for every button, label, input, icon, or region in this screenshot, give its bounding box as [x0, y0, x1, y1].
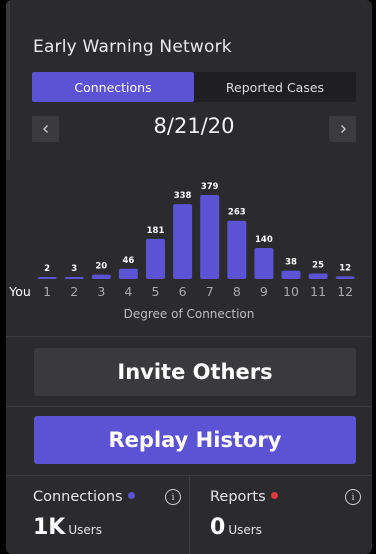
connections-count: 1K [33, 515, 66, 540]
x-tick-label: 7 [206, 284, 214, 299]
next-date-button[interactable] [329, 116, 356, 142]
x-tick-label: 4 [124, 284, 132, 299]
bar[interactable] [91, 274, 111, 279]
tab-bar: Connections Reported Cases [32, 72, 356, 102]
data-label: 263 [228, 208, 246, 218]
reports-info-icon[interactable]: i [345, 489, 361, 505]
connections-label: Connections [33, 489, 135, 505]
data-label: 181 [147, 226, 165, 236]
reports-count: 0 [210, 515, 226, 540]
data-label: 12 [339, 263, 351, 273]
x-tick-label: 12 [337, 284, 353, 299]
bar[interactable] [335, 276, 355, 279]
early-warning-card: Early Warning Network Connections Report… [6, 0, 372, 554]
x-tick-label: 3 [97, 284, 105, 299]
x-tick-label: 2 [70, 284, 78, 299]
divider [6, 336, 372, 337]
data-label: 20 [95, 262, 107, 272]
bar[interactable] [37, 277, 57, 279]
x-tick-label: 8 [233, 284, 241, 299]
connections-dot-icon [127, 492, 135, 499]
divider [6, 406, 372, 407]
tab-reported-cases[interactable]: Reported Cases [194, 72, 356, 102]
x-tick-label: 1 [43, 284, 51, 299]
data-label: 46 [122, 256, 134, 266]
reports-dot-icon [270, 492, 278, 499]
reports-unit: Users [228, 523, 262, 537]
x-tick-label: 11 [310, 284, 326, 299]
data-label: 338 [174, 191, 192, 201]
bar[interactable] [200, 195, 220, 279]
page-title: Early Warning Network [33, 37, 232, 57]
data-label: 3 [71, 264, 77, 274]
card-edge-accent [6, 0, 10, 160]
bar[interactable] [64, 277, 84, 279]
data-label: 38 [285, 258, 297, 268]
reports-label-text: Reports [210, 489, 266, 505]
data-label: 2 [44, 264, 50, 274]
x-tick-label: 6 [179, 284, 187, 299]
stats-panel: Connections i 1K Users Reports i 0 Users [6, 475, 372, 554]
data-label: 25 [312, 260, 324, 270]
invite-others-button[interactable]: Invite Others [34, 348, 356, 396]
reports-value: 0 Users [210, 515, 262, 540]
bar[interactable] [146, 238, 165, 279]
bar[interactable] [254, 247, 274, 279]
bar[interactable] [173, 204, 193, 279]
bar[interactable] [281, 270, 301, 279]
x-tick-label: 9 [260, 284, 268, 299]
bar[interactable] [118, 268, 138, 279]
x-tick-label: You [8, 284, 31, 299]
degree-of-connection-chart: You 1223320446518163387379826391401038112… [8, 182, 355, 299]
date-navigator: 8/21/20 [32, 114, 356, 142]
tab-connections[interactable]: Connections [32, 72, 194, 102]
connections-unit: Users [68, 523, 102, 537]
connections-info-icon[interactable]: i [165, 489, 181, 505]
connections-label-text: Connections [33, 489, 123, 505]
replay-history-button[interactable]: Replay History [34, 416, 356, 464]
chevron-right-icon [340, 125, 346, 133]
current-date: 8/21/20 [153, 114, 235, 138]
data-label: 140 [255, 235, 273, 245]
connections-value: 1K Users [33, 515, 102, 540]
bar[interactable] [308, 273, 328, 279]
connections-stat: Connections i 1K Users [6, 475, 189, 554]
reports-stat: Reports i 0 Users [190, 475, 372, 554]
data-label: 379 [201, 182, 219, 192]
x-tick-label: 5 [152, 284, 160, 299]
reports-label: Reports [210, 489, 278, 505]
x-axis-label: Degree of Connection [123, 307, 255, 321]
bar[interactable] [227, 220, 247, 279]
x-tick-label: 10 [283, 284, 299, 299]
